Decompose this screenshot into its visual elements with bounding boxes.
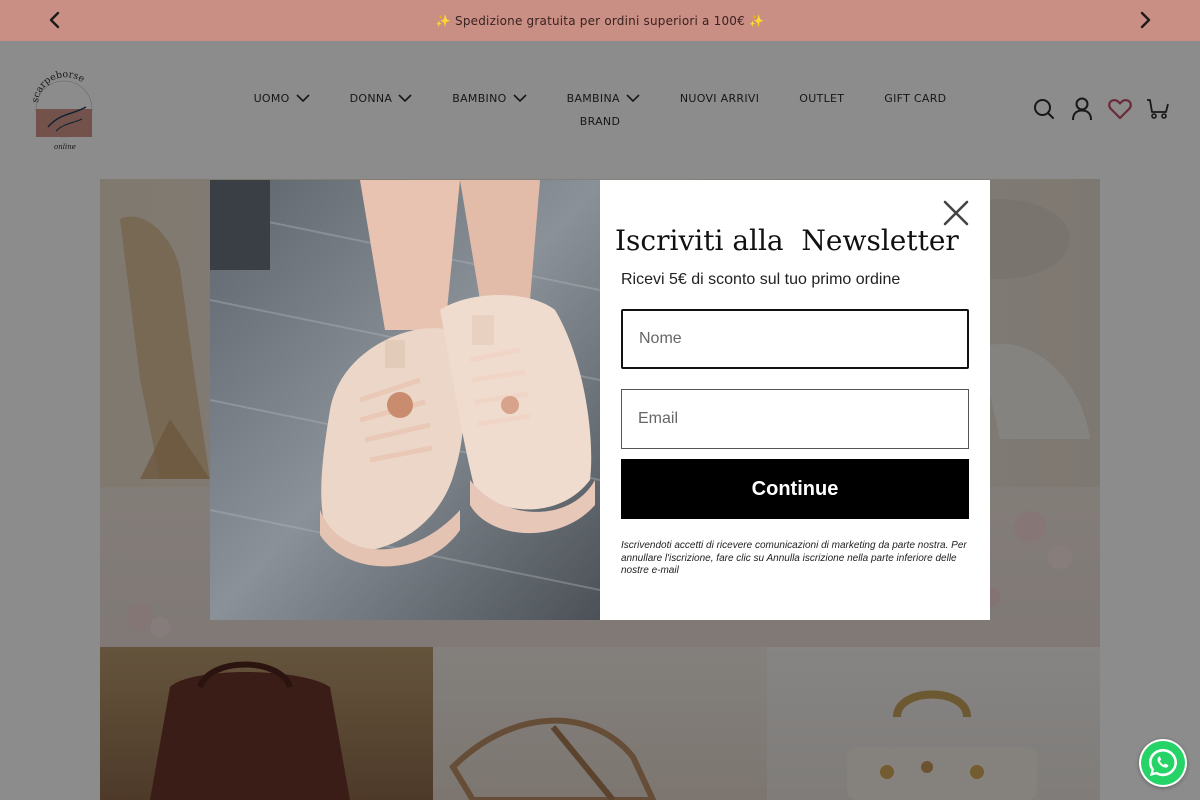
announcement-next-arrow-icon[interactable]: [1136, 10, 1156, 30]
marketing-disclaimer: Iscrivendoti accetti di ricevere comunic…: [621, 540, 967, 576]
whatsapp-button[interactable]: [1139, 739, 1187, 787]
whatsapp-icon: [1141, 741, 1185, 785]
sneaker-promo-image: [210, 180, 600, 620]
continue-button[interactable]: Continue: [621, 459, 969, 519]
announcement-bar: ✨ Spedizione gratuita per ordini superio…: [0, 0, 1200, 41]
newsletter-subtitle: Ricevi 5€ di sconto sul tuo primo ordine: [621, 271, 901, 288]
announcement-prev-arrow-icon[interactable]: [44, 10, 64, 30]
announcement-text: ✨ Spedizione gratuita per ordini superio…: [435, 13, 765, 28]
name-field[interactable]: [621, 309, 969, 369]
newsletter-form: Iscriviti alla Newsletter Ricevi 5€ di s…: [600, 180, 990, 620]
email-field[interactable]: [621, 389, 969, 449]
newsletter-modal: Iscriviti alla Newsletter Ricevi 5€ di s…: [210, 180, 990, 620]
newsletter-title: Iscriviti alla Newsletter: [615, 224, 959, 257]
close-icon[interactable]: [942, 199, 970, 227]
